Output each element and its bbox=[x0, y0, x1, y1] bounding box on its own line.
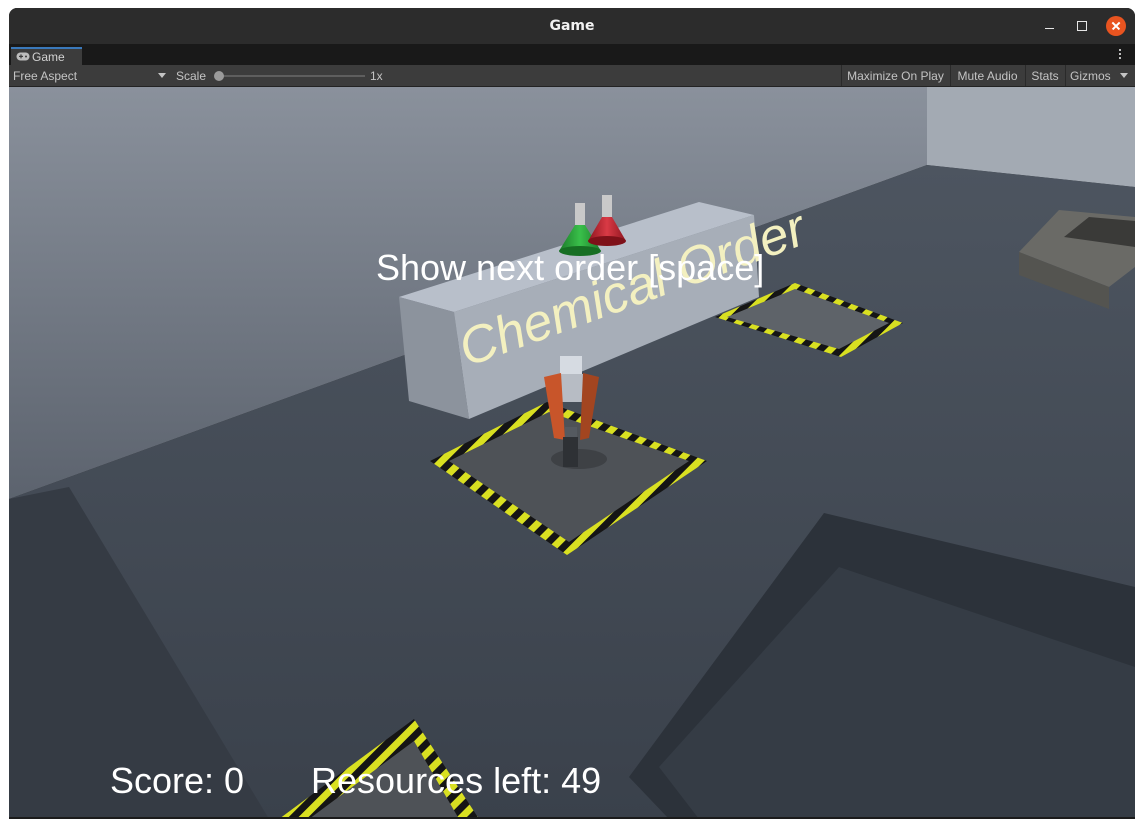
maximize-button[interactable] bbox=[1072, 16, 1092, 36]
chevron-down-icon bbox=[158, 73, 166, 78]
close-button[interactable] bbox=[1106, 16, 1126, 36]
resources-left-label: Resources left: 49 bbox=[311, 760, 602, 801]
game-scene: Chemical Order bbox=[9, 87, 1135, 819]
aspect-value: Free Aspect bbox=[13, 69, 78, 83]
title-bar: Game bbox=[9, 8, 1135, 44]
minimize-button[interactable] bbox=[1039, 16, 1059, 36]
game-window: Game Game Free Aspect Scale 1x Maximize … bbox=[9, 8, 1135, 819]
game-toolbar: Free Aspect Scale 1x Maximize On Play Mu… bbox=[9, 65, 1135, 87]
tab-bar: Game bbox=[9, 44, 1135, 65]
window-title: Game bbox=[549, 18, 595, 34]
scale-slider-track[interactable] bbox=[217, 75, 365, 77]
scale-slider-thumb[interactable] bbox=[214, 71, 224, 81]
gamepad-icon bbox=[16, 52, 30, 61]
tab-game-label: Game bbox=[32, 50, 65, 64]
stats-button[interactable]: Stats bbox=[1025, 65, 1064, 86]
gizmos-dropdown-icon[interactable] bbox=[1120, 73, 1128, 78]
scale-value: 1x bbox=[370, 69, 383, 83]
aspect-dropdown[interactable]: Free Aspect bbox=[13, 69, 169, 85]
score-label: Score: 0 bbox=[110, 760, 245, 801]
tab-game[interactable]: Game bbox=[11, 47, 82, 65]
scale-label: Scale bbox=[176, 69, 207, 83]
next-order-prompt: Show next order [space] bbox=[376, 247, 765, 288]
maximize-on-play-button[interactable]: Maximize On Play bbox=[841, 65, 949, 86]
more-options-icon[interactable] bbox=[1117, 48, 1123, 62]
mute-audio-button[interactable]: Mute Audio bbox=[950, 65, 1024, 86]
game-viewport[interactable]: Chemical Order Show next order [space] S… bbox=[9, 87, 1135, 819]
